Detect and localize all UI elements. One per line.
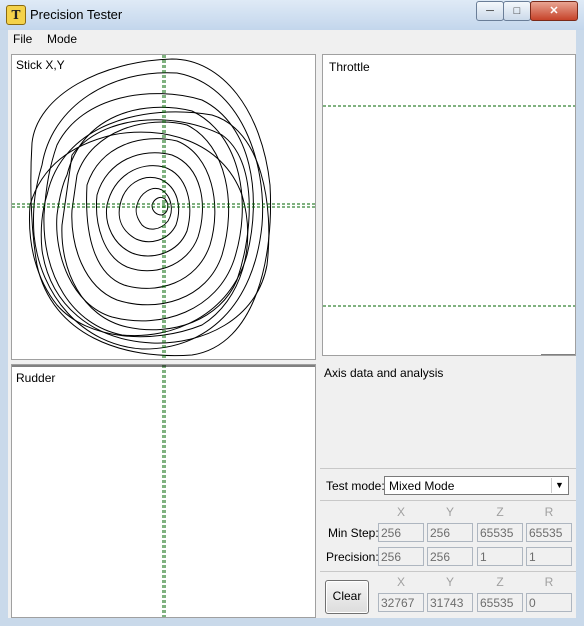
trace-loop-7 <box>95 152 203 272</box>
window-title: Precision Tester <box>30 7 123 22</box>
minimize-button[interactable]: ─ <box>476 1 504 21</box>
stats-header-r: R <box>544 505 554 519</box>
menu-bar: File Mode <box>8 30 576 50</box>
separator <box>320 500 576 501</box>
current-header-y: Y <box>445 575 454 589</box>
close-button[interactable]: ✕ <box>530 1 578 21</box>
rudder-plot <box>12 365 315 617</box>
trace-loop-12 <box>40 111 270 344</box>
current-z-field: 65535 <box>477 593 523 612</box>
separator <box>320 571 576 572</box>
min-step-y-field: 256 <box>427 523 473 542</box>
axis-analysis-area: Axis data and analysis <box>320 360 576 520</box>
min-step-z-field: 65535 <box>477 523 523 542</box>
current-header-z: Z <box>496 575 504 589</box>
rudder-panel: Rudder <box>11 364 316 618</box>
stick-xy-plot <box>12 55 315 359</box>
axis-analysis-label: Axis data and analysis <box>324 366 444 380</box>
precision-label: Precision: <box>326 550 379 564</box>
trace-loop-3 <box>43 93 254 337</box>
current-y-field: 31743 <box>427 593 473 612</box>
throttle-panel: Throttle <box>322 54 576 356</box>
app-icon: T <box>6 5 26 25</box>
test-mode-label: Test mode: <box>326 479 385 493</box>
precision-y-field: 256 <box>427 547 473 566</box>
current-r-field: 0 <box>526 593 572 612</box>
app-window: T Precision Tester ─ □ ✕ File Mode Stick… <box>0 0 584 626</box>
min-step-label: Min Step: <box>328 526 379 540</box>
maximize-button[interactable]: □ <box>503 1 531 21</box>
precision-z-field: 1 <box>477 547 523 566</box>
separator <box>320 468 576 469</box>
menu-mode[interactable]: Mode <box>47 32 77 46</box>
clear-button[interactable]: Clear <box>325 580 369 614</box>
throttle-plot <box>323 105 575 355</box>
stats-header-z: Z <box>496 505 504 519</box>
current-x-field: 32767 <box>378 593 424 612</box>
min-step-x-field: 256 <box>378 523 424 542</box>
trace-loop-10 <box>135 188 172 230</box>
precision-x-field: 256 <box>378 547 424 566</box>
client-area: Stick X,Y Throttle Rudder Axis data and … <box>8 50 576 618</box>
throttle-label: Throttle <box>329 60 370 74</box>
trace-loop-9 <box>118 177 180 243</box>
current-header-x: X <box>396 575 405 589</box>
stick-xy-panel: Stick X,Y <box>11 54 316 360</box>
min-step-r-field: 65535 <box>526 523 572 542</box>
trace-loop-6 <box>86 138 216 289</box>
menu-file[interactable]: File <box>13 32 32 46</box>
precision-r-field: 1 <box>526 547 572 566</box>
test-mode-value: Mixed Mode <box>389 479 455 493</box>
title-bar[interactable]: T Precision Tester ─ □ ✕ <box>0 0 584 30</box>
test-mode-select[interactable]: Mixed Mode ▼ <box>384 476 569 495</box>
chevron-down-icon[interactable]: ▼ <box>551 478 567 493</box>
rudder-label: Rudder <box>16 371 56 385</box>
stats-header-y: Y <box>445 505 454 519</box>
stick-xy-label: Stick X,Y <box>16 58 65 72</box>
current-header-r: R <box>544 575 554 589</box>
stats-header-x: X <box>396 505 405 519</box>
